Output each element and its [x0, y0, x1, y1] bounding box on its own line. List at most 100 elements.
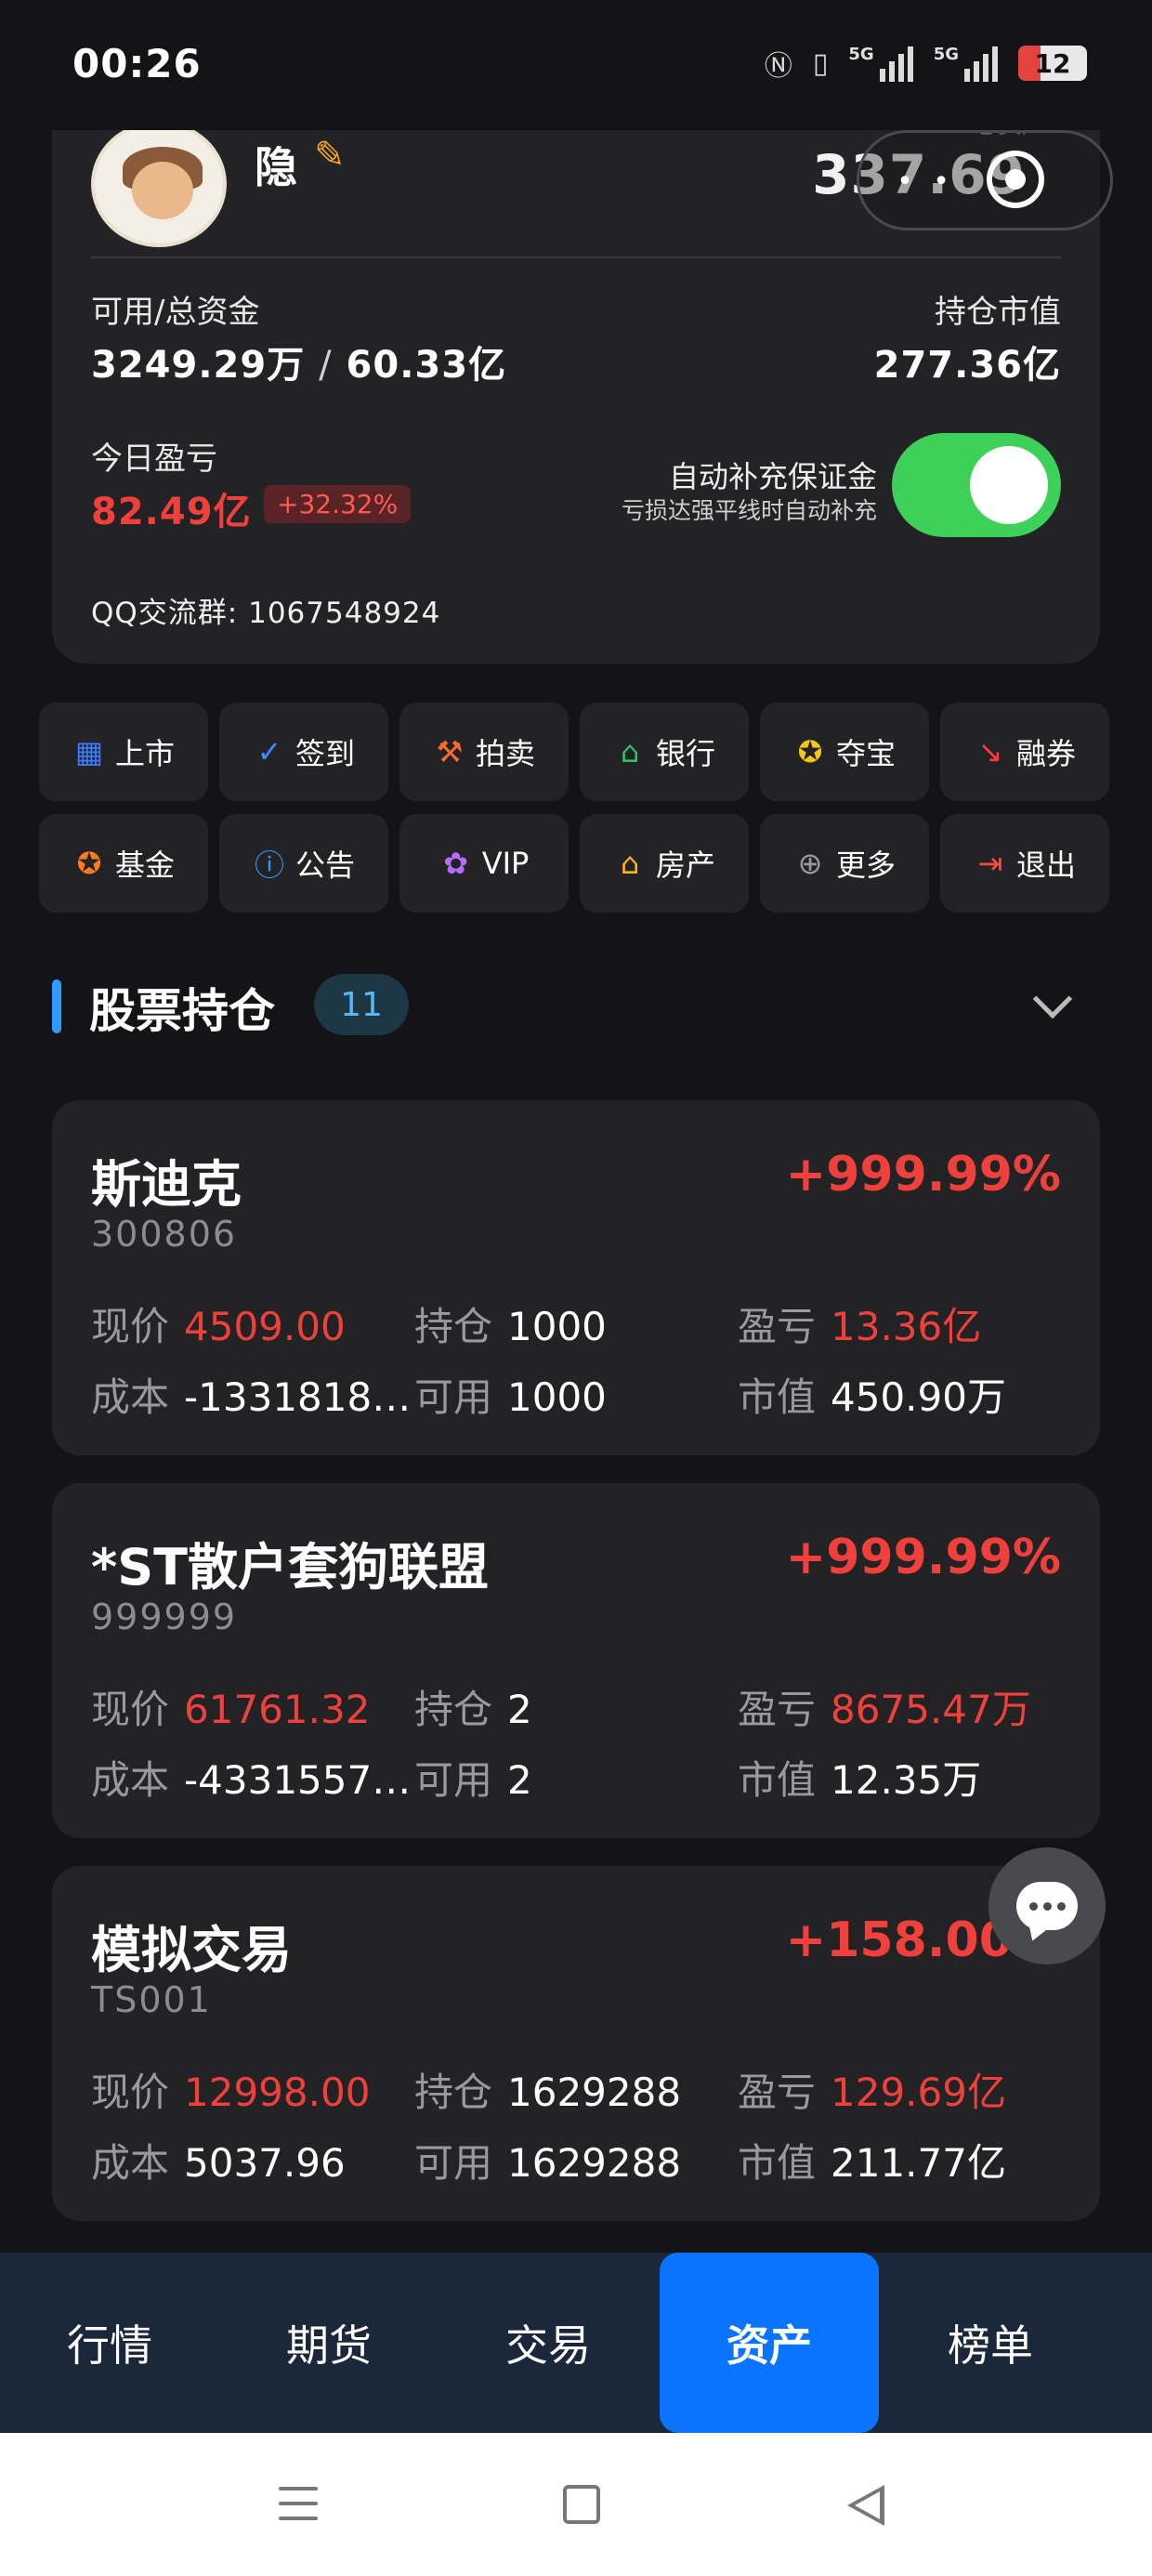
house-icon: ⌂ — [620, 846, 640, 881]
record-dots-icon: • • — [897, 165, 955, 198]
today-pnl-label: 今日盈亏 — [91, 440, 217, 478]
tab-2[interactable]: 交易 — [439, 2253, 658, 2433]
menu-item-label: 退出 — [1015, 848, 1076, 883]
stock-pnl: 盈亏 13.36亿 — [738, 1304, 982, 1349]
stock-position: 持仓 2 — [414, 1687, 532, 1732]
chat-bubble-button[interactable] — [988, 1847, 1106, 1965]
stock-code: TS001 — [91, 1979, 212, 2020]
menu-item-house[interactable]: ⌂ 房产 — [580, 814, 749, 913]
stock-cost: 成本 -1331818.… — [91, 1374, 416, 1420]
qq-group-text: QQ交流群: 1067548924 — [91, 597, 441, 630]
stock-market-value: 市值 12.35万 — [738, 1757, 982, 1803]
stock-cost: 成本 5037.96 — [91, 2140, 346, 2186]
auto-margin-toggle[interactable] — [892, 433, 1061, 537]
record-icon[interactable] — [987, 151, 1044, 208]
available-total-label: 可用/总资金 — [91, 294, 260, 331]
nfc-icon: Ⓝ — [764, 50, 792, 83]
vibrate-icon: ▯ — [812, 46, 829, 80]
menu-item-label: VIP — [481, 846, 530, 881]
menu-item-gavel[interactable]: ⚒ 拍卖 — [399, 703, 569, 801]
tab-3[interactable]: 资产 — [660, 2253, 879, 2433]
menu-item-trend-down[interactable]: ↘ 融券 — [940, 703, 1109, 801]
stock-available: 可用 2 — [414, 1757, 532, 1803]
stock-position: 持仓 1629288 — [414, 2070, 682, 2115]
menu-item-vip-badge[interactable]: ✿ VIP — [399, 814, 569, 913]
stock-card[interactable]: 模拟交易 TS001 +158.00% 现价 12998.00 持仓 1629288… — [52, 1866, 1100, 2221]
stock-change-pct: +999.99% — [785, 1147, 1061, 1203]
stock-name: *ST散户套狗联盟 — [91, 1538, 489, 1597]
holdings-count-badge: 11 — [314, 974, 409, 1035]
avatar[interactable] — [91, 121, 227, 247]
holdings-section-title: 股票持仓 — [89, 984, 275, 1038]
menu-item-plus-circle[interactable]: ⊕ 更多 — [760, 814, 929, 913]
stock-card[interactable]: *ST散户套狗联盟 999999 +999.99% 现价 61761.32 持仓 2… — [52, 1483, 1100, 1838]
logout-icon: ⇥ — [977, 846, 1003, 881]
signal-icon: 5G — [934, 45, 998, 82]
menu-item-label: 银行 — [655, 736, 715, 771]
menu-item-label: 房产 — [655, 848, 715, 883]
status-icons: Ⓝ ▯ 5G 5G 12 — [765, 43, 1087, 84]
stock-change-pct: +999.99% — [785, 1530, 1061, 1585]
stock-price: 现价 12998.00 — [91, 2070, 371, 2115]
stock-name: 斯迪克 — [91, 1155, 242, 1214]
menu-item-label: 拍卖 — [475, 736, 535, 771]
menu-item-label: 上市 — [114, 736, 175, 771]
status-bar: 00:26 Ⓝ ▯ 5G 5G 12 — [0, 0, 1152, 130]
tab-4[interactable]: 榜单 — [881, 2253, 1100, 2433]
stock-market-value: 市值 450.90万 — [738, 1374, 1006, 1420]
signal-icon: 5G — [848, 45, 913, 82]
position-value: 277.36亿 — [873, 344, 1061, 387]
app-screen: 00:26 Ⓝ ▯ 5G 5G 12 隐 ✎ 总资产 337.69 — [0, 0, 1152, 2576]
vip-badge-icon: ✿ — [443, 846, 469, 881]
trend-down-icon: ↘ — [977, 734, 1003, 769]
home-icon[interactable] — [563, 2485, 600, 2524]
chat-icon — [1016, 1882, 1078, 1930]
menu-item-info[interactable]: ⓘ 公告 — [219, 814, 388, 913]
tab-1[interactable]: 期货 — [219, 2253, 439, 2433]
chevron-down-icon[interactable] — [1032, 979, 1073, 1019]
menu-item-bank[interactable]: ⌂ 银行 — [580, 703, 749, 801]
back-icon[interactable] — [847, 2485, 884, 2526]
today-pnl-pct-badge: +32.32% — [264, 485, 412, 523]
divider — [91, 256, 1061, 258]
position-value-label: 持仓市值 — [935, 294, 1061, 331]
fund-star-icon: ✪ — [76, 846, 102, 881]
stock-cost: 成本 -4331557… — [91, 1757, 412, 1803]
building-icon: ▦ — [74, 734, 104, 769]
bank-icon: ⌂ — [620, 734, 640, 769]
gavel-icon: ⚒ — [436, 734, 464, 769]
menu-item-label: 基金 — [114, 848, 175, 883]
stock-price: 现价 61761.32 — [91, 1687, 371, 1732]
stock-code: 300806 — [91, 1214, 238, 1255]
menu-item-check-circle[interactable]: ✓ 签到 — [219, 703, 388, 801]
tab-0[interactable]: 行情 — [0, 2253, 219, 2433]
stock-available: 可用 1629288 — [414, 2140, 682, 2186]
menu-item-building[interactable]: ▦ 上市 — [39, 703, 208, 801]
star-icon: ✪ — [797, 734, 823, 769]
screen-record-overlay[interactable] — [857, 130, 1113, 230]
menu-item-star[interactable]: ✪ 夺宝 — [760, 703, 929, 801]
account-summary-card: 隐 ✎ 总资产 337.69 • • 可用/总资金 3249.29万 / 60.… — [52, 102, 1113, 664]
stock-pnl: 盈亏 8675.47万 — [738, 1687, 1031, 1732]
recent-apps-icon[interactable] — [279, 2487, 318, 2531]
status-time: 00:26 — [72, 41, 202, 86]
stock-available: 可用 1000 — [414, 1374, 607, 1420]
battery-icon: 12 — [1018, 46, 1087, 81]
stock-name: 模拟交易 — [91, 1921, 292, 1979]
menu-item-label: 签到 — [295, 736, 355, 771]
menu-item-fund-star[interactable]: ✪ 基金 — [39, 814, 208, 913]
available-total-value: 3249.29万 / 60.33亿 — [91, 344, 507, 387]
auto-margin-subtitle: 亏损达强平线时自动补充 — [621, 497, 877, 524]
edit-pencil-icon[interactable]: ✎ — [314, 134, 346, 177]
bottom-tab-bar: 行情 期货 交易 资产 榜单 — [0, 2253, 1152, 2433]
stock-code: 999999 — [91, 1597, 238, 1637]
plus-circle-icon: ⊕ — [797, 846, 823, 881]
menu-item-label: 公告 — [295, 848, 355, 883]
username: 隐 — [255, 142, 297, 192]
section-accent-bar — [52, 979, 61, 1033]
menu-item-label: 更多 — [835, 848, 896, 883]
system-navigation-bar — [0, 2433, 1152, 2576]
menu-item-label: 融券 — [1015, 736, 1076, 771]
stock-card[interactable]: 斯迪克 300806 +999.99% 现价 4509.00 持仓 1000 盈亏 1… — [52, 1100, 1100, 1455]
menu-item-logout[interactable]: ⇥ 退出 — [940, 814, 1109, 913]
